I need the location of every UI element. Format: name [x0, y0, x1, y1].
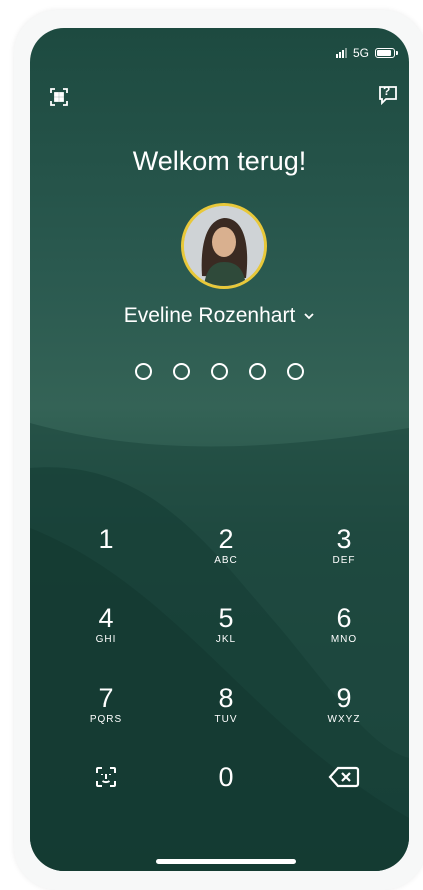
key-1[interactable]: 1 [66, 525, 146, 581]
key-digit: 8 [218, 683, 234, 713]
key-5[interactable]: 5 JKL [186, 604, 266, 660]
status-bar: 5G [335, 46, 398, 60]
pin-dot [249, 363, 266, 380]
key-2[interactable]: 2 ABC [186, 525, 266, 581]
key-letters: GHI [95, 634, 117, 645]
key-0[interactable]: 0 [186, 763, 266, 819]
key-digit: 7 [98, 683, 114, 713]
key-letters: PQRS [89, 714, 123, 725]
key-digit: 3 [336, 524, 352, 554]
key-7[interactable]: 7 PQRS [66, 684, 146, 740]
face-id-button[interactable] [66, 763, 146, 819]
key-digit: 1 [98, 524, 114, 554]
pin-dot [287, 363, 304, 380]
key-4[interactable]: 4 GHI [66, 604, 146, 660]
face-id-icon [96, 767, 116, 787]
avatar[interactable] [181, 203, 267, 289]
key-letters: WXYZ [327, 714, 361, 725]
key-digit: 9 [336, 683, 352, 713]
key-3[interactable]: 3 DEF [304, 525, 384, 581]
battery-icon [375, 48, 398, 58]
pin-dot [135, 363, 152, 380]
key-8[interactable]: 8 TUV [186, 684, 266, 740]
key-letters: JKL [215, 634, 237, 645]
home-indicator[interactable] [156, 859, 296, 864]
key-digit: 5 [218, 603, 234, 633]
key-6[interactable]: 6 MNO [304, 604, 384, 660]
backspace-icon [328, 766, 360, 788]
key-digit: 4 [98, 603, 114, 633]
backspace-button[interactable] [304, 763, 384, 819]
login-screen: 5G ? Welkom terug! Eveline Rozenhart 1 2… [30, 28, 409, 871]
key-letters: DEF [332, 555, 356, 566]
pin-dot [211, 363, 228, 380]
welcome-title: Welkom terug! [132, 146, 307, 176]
key-letters: ABC [214, 555, 238, 566]
chevron-down-icon [304, 313, 314, 320]
key-digit: 0 [218, 762, 234, 792]
pin-dot [173, 363, 190, 380]
key-letters: MNO [330, 634, 358, 645]
signal-icon [335, 48, 347, 58]
help-mark: ? [383, 84, 391, 98]
qr-scan-icon[interactable] [46, 84, 72, 110]
user-selector[interactable]: Eveline Rozenhart [30, 304, 409, 328]
user-name: Eveline Rozenhart [123, 304, 296, 327]
key-digit: 6 [336, 603, 352, 633]
key-letters: TUV [214, 714, 238, 725]
network-label: 5G [352, 46, 369, 60]
pin-indicator [30, 363, 409, 380]
key-digit: 2 [218, 524, 234, 554]
help-chat-icon[interactable]: ? [375, 82, 401, 108]
key-9[interactable]: 9 WXYZ [304, 684, 384, 740]
